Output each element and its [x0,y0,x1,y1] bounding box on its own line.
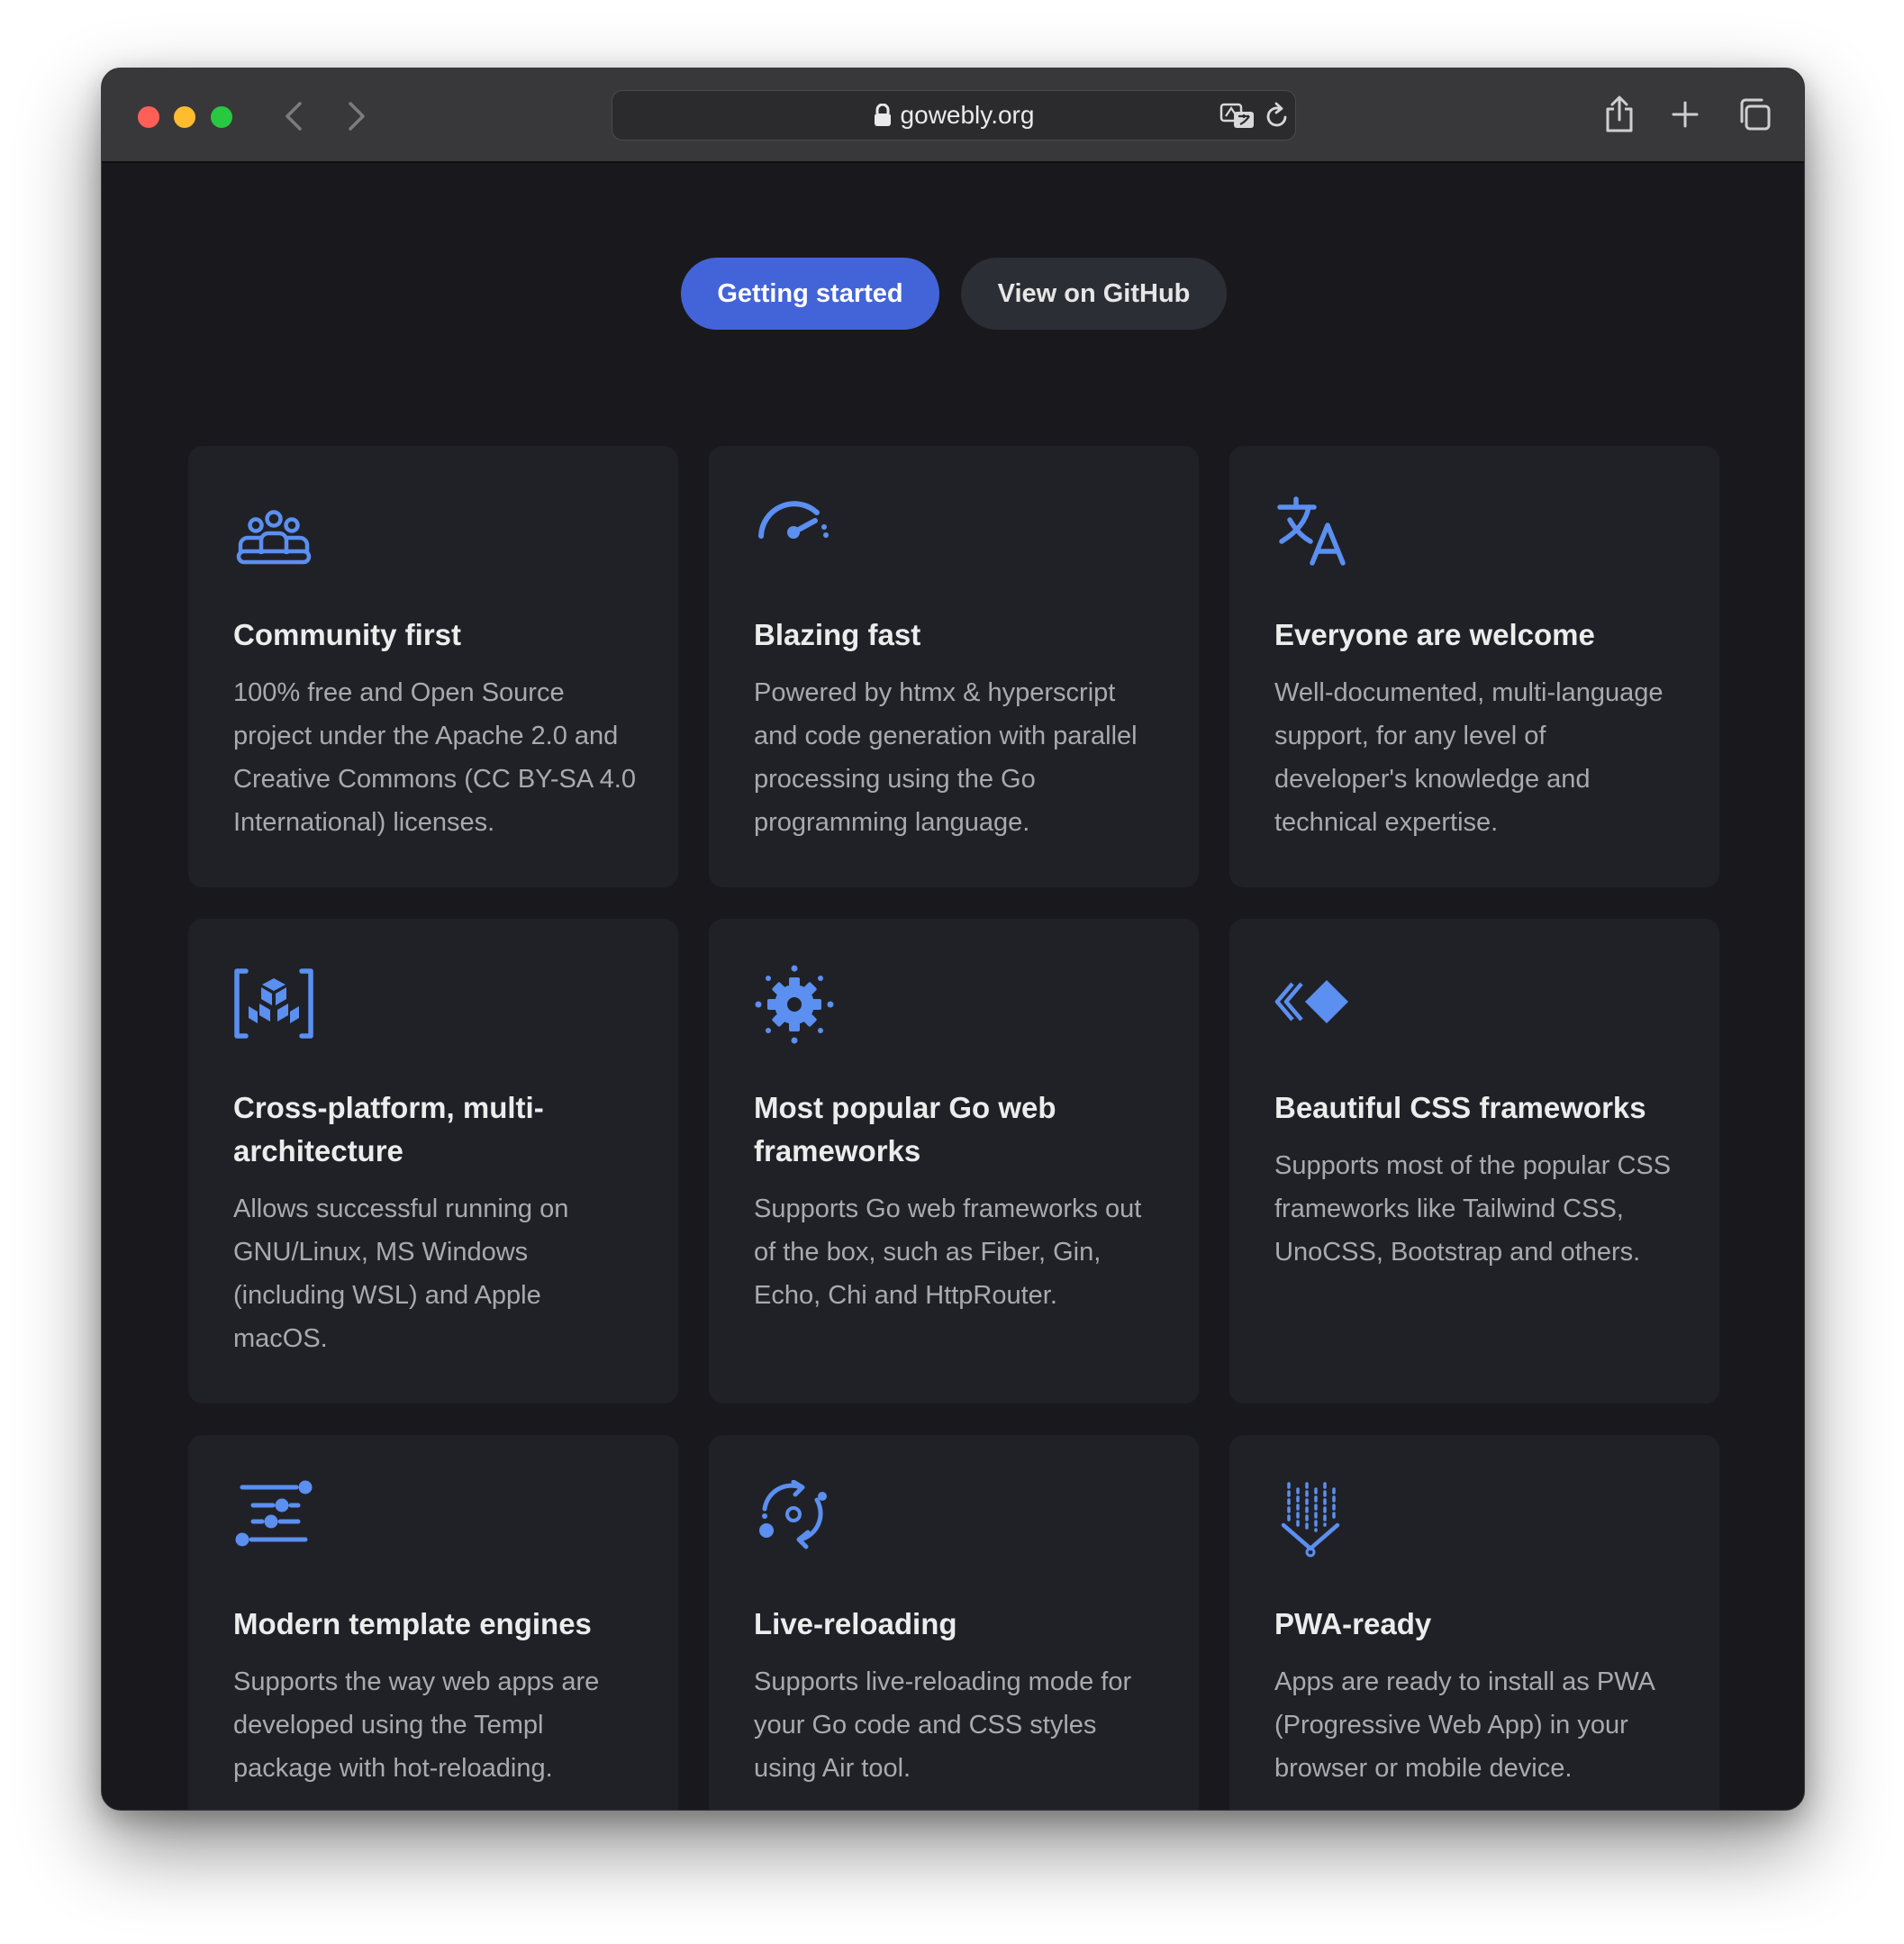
page-content: Getting started View on GitHub Community… [102,165,1804,1810]
diamond-icon [1274,980,1348,1023]
gear-icon [755,965,834,1044]
plus-icon [1672,101,1699,128]
feature-card-community: Community first 100% free and Open Sourc… [188,446,678,887]
share-icon [1606,95,1633,132]
translate-icon [1277,496,1346,566]
feature-title: Community first [233,618,462,651]
feature-title: Cross-platform, multi-architecture [233,1091,544,1167]
feature-card-pwa: PWA-ready Apps are ready to install as P… [1229,1435,1719,1810]
new-tab-button[interactable] [1663,92,1708,137]
feature-description: Apps are ready to install as PWA (Progre… [1274,1667,1655,1783]
zoom-window-button[interactable] [211,106,232,128]
chevron-right-icon [349,102,365,131]
back-button[interactable] [273,95,314,137]
feature-description: Allows successful running on GNU/Linux, … [233,1195,569,1353]
feature-card-go-frameworks: Most popular Go web frameworks Supports … [709,919,1199,1403]
share-button[interactable] [1597,92,1642,137]
download-icon [1281,1482,1340,1558]
getting-started-button[interactable]: Getting started [681,258,939,330]
template-icon [235,1480,313,1547]
browser-window: gowebly.org Getting started View on GitH… [101,68,1805,1811]
feature-title: Beautiful CSS frameworks [1274,1091,1646,1124]
feature-description: Well-documented, multi-language support,… [1274,678,1664,837]
feature-title: Modern template engines [233,1607,592,1640]
feature-card-templates: Modern template engines Supports the way… [188,1435,678,1810]
feature-card-cross-platform: Cross-platform, multi-architecture Allow… [188,919,678,1403]
feature-card-css-frameworks: Beautiful CSS frameworks Supports most o… [1229,919,1719,1403]
translate-page-icon[interactable] [1219,102,1256,131]
feature-card-live-reloading: Live-reloading Supports live-reloading m… [709,1435,1199,1810]
feature-title: PWA-ready [1274,1607,1432,1640]
feature-title: Most popular Go web frameworks [754,1091,1056,1167]
cubes-icon [234,968,313,1039]
feature-title: Live-reloading [754,1607,957,1640]
tabs-icon [1740,98,1771,131]
feature-title: Everyone are welcome [1274,618,1595,651]
lock-icon [874,104,891,126]
feature-description: 100% free and Open Source project under … [233,678,636,837]
feature-description: Supports Go web frameworks out of the bo… [754,1195,1142,1310]
reload-icon[interactable] [1263,102,1292,131]
feature-card-fast: Blazing fast Powered by htmx & hyperscri… [709,446,1199,887]
chevron-left-icon [286,102,302,131]
feature-title: Blazing fast [754,618,921,651]
feature-description: Supports most of the popular CSS framewo… [1274,1151,1672,1267]
speedometer-icon [758,501,829,539]
url-text: gowebly.org [900,101,1035,129]
address-bar[interactable]: gowebly.org [612,90,1296,141]
tab-overview-button[interactable] [1732,92,1777,137]
minimize-window-button[interactable] [174,106,195,128]
feature-description: Supports live-reloading mode for your Go… [754,1667,1132,1783]
community-icon [236,510,312,565]
feature-card-welcome: Everyone are welcome Well-documented, mu… [1229,446,1719,887]
browser-toolbar: gowebly.org [102,68,1804,163]
view-on-github-button[interactable]: View on GitHub [961,258,1227,330]
reload-icon [759,1480,827,1549]
feature-description: Powered by htmx & hyperscript and code g… [754,678,1138,837]
feature-description: Supports the way web apps are developed … [233,1667,600,1783]
close-window-button[interactable] [138,106,159,128]
forward-button[interactable] [336,95,377,137]
